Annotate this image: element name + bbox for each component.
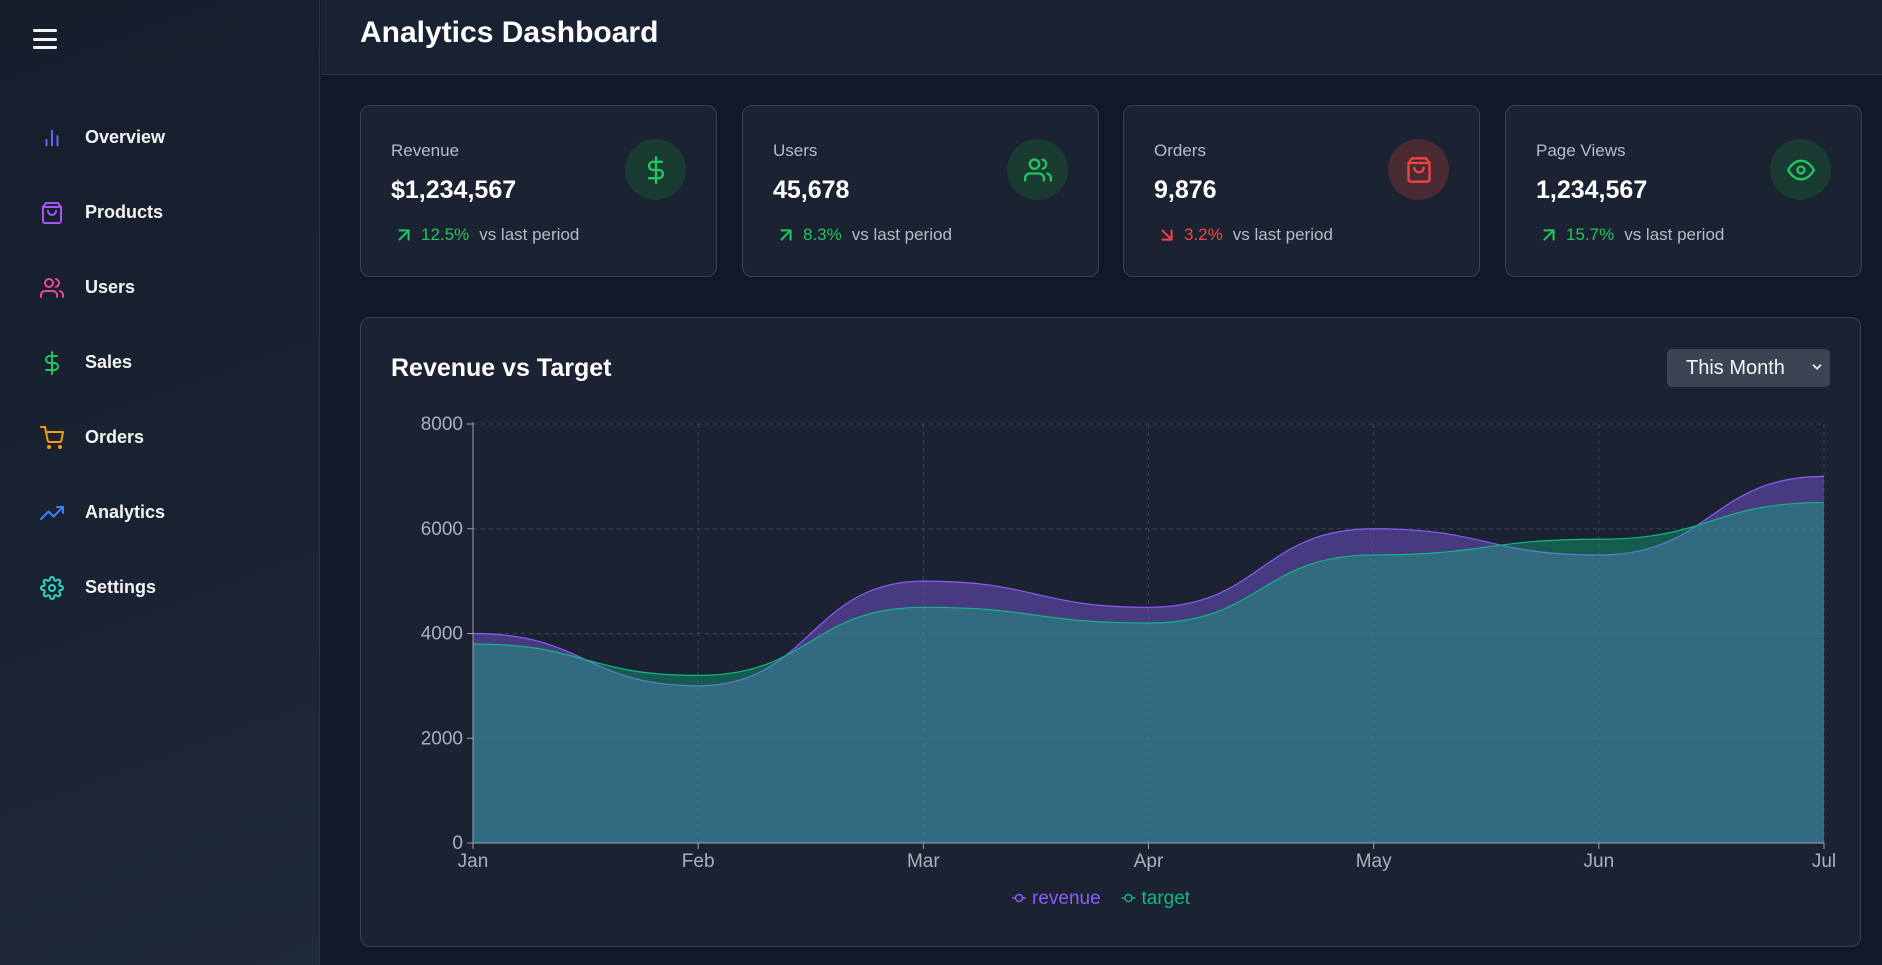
x-tick-label: Apr	[1134, 851, 1164, 872]
sidebar-item-label: Sales	[85, 352, 133, 372]
bar-chart-icon	[40, 126, 64, 150]
sidebar-item-label: Analytics	[85, 502, 166, 522]
stat-value: $1,234,567	[391, 176, 517, 204]
shopping-bag-icon	[40, 201, 64, 225]
x-tick-label: May	[1356, 851, 1392, 872]
sidebar: Overview Products Users Sales Orders Ana…	[0, 0, 320, 965]
sidebar-item-sales[interactable]: Sales	[0, 325, 320, 400]
sidebar-item-users[interactable]: Users	[0, 250, 320, 325]
stat-trend: 12.5% vs last period	[391, 224, 579, 246]
trending-up-icon	[40, 501, 64, 525]
stat-trend: 15.7% vs last period	[1536, 224, 1724, 246]
sidebar-item-label: Settings	[85, 577, 157, 597]
dollar-icon	[40, 350, 64, 375]
stat-change: 3.2%	[1184, 225, 1223, 244]
stat-label: Page Views	[1536, 141, 1626, 160]
stat-label: Users	[773, 141, 818, 160]
sidebar-item-orders[interactable]: Orders	[0, 400, 320, 475]
hamburger-menu-icon[interactable]	[30, 26, 60, 52]
stat-trend: 3.2% vs last period	[1154, 224, 1333, 246]
eye-icon	[1770, 139, 1831, 200]
arrow-down-right-icon	[1161, 229, 1173, 241]
x-tick-label: Feb	[682, 851, 715, 872]
sidebar-item-label: Users	[85, 277, 136, 297]
y-tick-label: 4000	[421, 624, 463, 645]
stat-change: 12.5%	[421, 225, 470, 244]
arrow-up-right-icon	[780, 229, 792, 241]
legend-label-target: target	[1142, 888, 1191, 909]
users-icon	[1007, 139, 1068, 200]
users-icon	[40, 276, 64, 300]
period-select[interactable]: This Month	[1667, 349, 1830, 387]
x-tick-label: Jan	[458, 851, 489, 872]
stat-value: 45,678	[773, 176, 850, 204]
stat-trend: 8.3% vs last period	[773, 224, 952, 246]
stat-change: 15.7%	[1566, 225, 1615, 244]
y-tick-label: 6000	[421, 519, 463, 540]
y-tick-label: 2000	[421, 728, 463, 749]
sidebar-item-products[interactable]: Products	[0, 175, 320, 250]
page-title: Analytics Dashboard	[360, 16, 659, 49]
stat-value: 9,876	[1154, 176, 1217, 204]
stat-compare: vs last period	[1232, 225, 1333, 244]
arrow-up-right-icon	[1543, 229, 1555, 241]
x-tick-label: Jun	[1584, 851, 1615, 872]
stat-card-page-views: Page Views 1,234,567 15.7% vs last perio…	[1505, 105, 1862, 277]
x-tick-label: Mar	[907, 851, 940, 872]
sidebar-item-settings[interactable]: Settings	[0, 550, 320, 625]
stat-compare: vs last period	[479, 225, 580, 244]
legend-marker-target	[1124, 893, 1133, 903]
stat-card-revenue: Revenue $1,234,567 12.5% vs last period	[360, 105, 717, 277]
sidebar-nav: Overview Products Users Sales Orders Ana…	[0, 100, 320, 625]
stat-value: 1,234,567	[1536, 176, 1648, 204]
stat-label: Orders	[1154, 141, 1206, 160]
legend-label-revenue: revenue	[1032, 888, 1101, 909]
stat-compare: vs last period	[1624, 225, 1725, 244]
chevron-down-icon	[1812, 364, 1822, 370]
legend-marker-revenue	[1014, 893, 1024, 903]
sidebar-item-overview[interactable]: Overview	[0, 100, 320, 175]
sidebar-item-label: Overview	[85, 127, 166, 147]
stat-label: Revenue	[391, 141, 460, 160]
sidebar-item-analytics[interactable]: Analytics	[0, 475, 320, 550]
top-header: Analytics Dashboard	[321, 0, 1882, 75]
arrow-up-right-icon	[398, 229, 410, 241]
stat-card-users: Users 45,678 8.3% vs last period	[742, 105, 1099, 277]
dollar-icon	[625, 139, 686, 200]
stat-card-orders: Orders 9,876 3.2% vs last period	[1123, 105, 1480, 277]
revenue-chart-panel: 0 2000 4000 6000 8000 Jan Feb Mar Apr May Jun Jul re…	[360, 317, 1861, 947]
area-chart: 02000400060008000Jan Feb Mar Apr May Jun Julre…	[421, 414, 1836, 909]
shopping-cart-icon	[40, 425, 64, 450]
shopping-bag-icon	[1388, 139, 1449, 200]
y-tick-label: 8000	[421, 414, 463, 435]
gear-icon	[40, 575, 64, 600]
chart-title: Revenue vs Target	[391, 354, 612, 382]
stat-change: 8.3%	[803, 225, 842, 244]
sidebar-item-label: Products	[85, 202, 164, 222]
stat-compare: vs last period	[851, 225, 952, 244]
sidebar-item-label: Orders	[85, 427, 145, 447]
x-tick-label: Jul	[1812, 851, 1836, 872]
period-select-value: This Month	[1686, 356, 1785, 379]
